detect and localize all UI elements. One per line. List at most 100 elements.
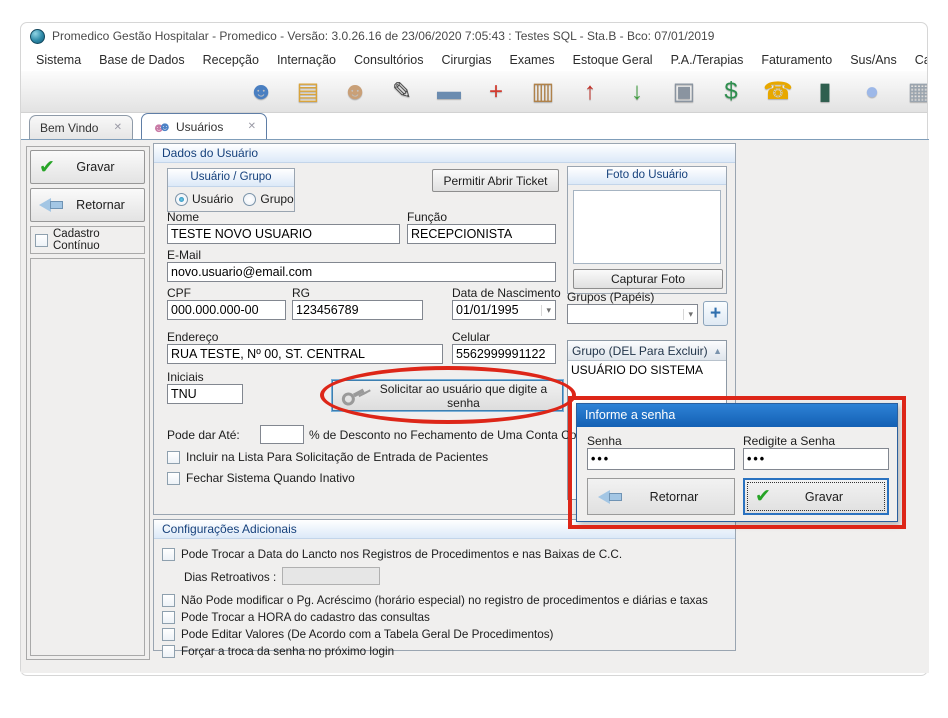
grupos-list-row[interactable]: USUÁRIO DO SISTEMA <box>568 361 726 379</box>
config-row-forcar-troca-senha[interactable]: Forçar a troca da senha no próximo login <box>162 645 394 658</box>
permitir-abrir-ticket-button[interactable]: Permitir Abrir Ticket <box>432 169 559 192</box>
tab-usuarios[interactable]: ☻☻ Usuários ✕ <box>141 113 267 139</box>
iniciais-input[interactable] <box>167 384 243 404</box>
desconto-prefix-label: Pode dar Até: <box>167 428 240 442</box>
trocar-hora-label: Pode Trocar a HORA do cadastro das consu… <box>181 611 430 624</box>
menu-item-p-a-terapias[interactable]: P.A./Terapias <box>662 51 753 69</box>
menu-item-internacao[interactable]: Internação <box>268 51 345 69</box>
report-icon[interactable]: ▦ <box>903 76 927 108</box>
menu-item-estoque-geral[interactable]: Estoque Geral <box>564 51 662 69</box>
dias-retroativos-input[interactable] <box>282 567 380 585</box>
fechar-inativo-checkbox[interactable] <box>167 472 180 485</box>
solicitar-senha-button[interactable]: Solicitar ao usuário que digite a senha <box>332 380 563 411</box>
menu-item-consultorios[interactable]: Consultórios <box>345 51 432 69</box>
funcao-input[interactable] <box>407 224 556 244</box>
forcar-troca-senha-label: Forçar a troca da senha no próximo login <box>181 645 394 658</box>
celular-input[interactable] <box>452 344 556 364</box>
phonebook-icon[interactable]: ☎ <box>762 76 794 108</box>
tipo-radio-row: Usuário Grupo <box>168 187 294 206</box>
senha-input[interactable] <box>587 448 735 470</box>
trocar-data-checkbox[interactable] <box>162 548 175 561</box>
menu-item-sus-ans[interactable]: Sus/Ans <box>841 51 906 69</box>
retornar-button[interactable]: Retornar <box>30 188 145 222</box>
pharmacy-stock-icon[interactable]: ▥ <box>527 76 559 108</box>
tab-bem-vindo[interactable]: Bem Vindo ✕ <box>29 115 133 139</box>
forcar-troca-senha-checkbox[interactable] <box>162 645 175 658</box>
fechar-inativo-label: Fechar Sistema Quando Inativo <box>186 471 355 485</box>
manual-book-icon[interactable]: ▮ <box>809 76 841 108</box>
sort-asc-icon: ▲ <box>713 346 722 356</box>
menu-item-faturamento[interactable]: Faturamento <box>752 51 841 69</box>
incluir-lista-row[interactable]: Incluir na Lista Para Solicitação de Ent… <box>167 450 488 464</box>
sidebar: ✔ Gravar Retornar Cadastro Contínuo <box>26 146 150 660</box>
config-row-pg-acrescimo[interactable]: Não Pode modificar o Pg. Acréscimo (horá… <box>162 594 708 607</box>
rg-input[interactable] <box>292 300 423 320</box>
dialog-retornar-button[interactable]: Retornar <box>587 478 735 515</box>
doctor-icon[interactable]: ☻ <box>339 76 371 108</box>
patients-folder-icon[interactable]: ▤ <box>292 76 324 108</box>
foto-do-usuario-box: Foto do Usuário Capturar Foto <box>567 166 727 294</box>
ambulance-icon[interactable]: + <box>480 76 512 108</box>
cpf-input[interactable] <box>167 300 286 320</box>
chevron-down-icon: ▾ <box>541 305 555 316</box>
radio-grupo[interactable] <box>243 193 256 206</box>
cadastro-continuo-checkbox[interactable] <box>35 234 48 247</box>
menu-bar: SistemaBase de DadosRecepçãoInternaçãoCo… <box>21 49 927 71</box>
endereco-input[interactable] <box>167 344 443 364</box>
capturar-foto-button[interactable]: Capturar Foto <box>573 269 723 289</box>
money-down-icon[interactable]: ↓ <box>621 76 653 108</box>
users-sync-icon[interactable]: ☻ <box>245 76 277 108</box>
cadastro-continuo-row[interactable]: Cadastro Contínuo <box>30 226 145 254</box>
screenshot-stage: Promedico Gestão Hospitalar - Promedico … <box>0 0 948 718</box>
dias-retroativos-label: Dias Retroativos : <box>184 571 276 584</box>
redigite-senha-label: Redigite a Senha <box>743 434 835 448</box>
email-input[interactable] <box>167 262 556 282</box>
data-nascimento-combo[interactable]: 01/01/1995 ▾ <box>452 300 556 320</box>
check-icon: ✔ <box>39 158 55 177</box>
menu-item-exames[interactable]: Exames <box>501 51 564 69</box>
redigite-senha-input[interactable] <box>743 448 889 470</box>
menu-item-caixa[interactable]: Caixa <box>906 51 927 69</box>
close-icon[interactable]: ✕ <box>114 122 122 133</box>
trocar-hora-checkbox[interactable] <box>162 611 175 624</box>
finance-chart-icon[interactable]: $ <box>715 76 747 108</box>
config-row-editar-valores[interactable]: Pode Editar Valores (De Acordo com a Tab… <box>162 628 553 641</box>
menu-item-cirurgias[interactable]: Cirurgias <box>433 51 501 69</box>
radio-usuario[interactable] <box>175 193 188 206</box>
fechar-inativo-row[interactable]: Fechar Sistema Quando Inativo <box>167 471 355 485</box>
gravar-button[interactable]: ✔ Gravar <box>30 150 145 184</box>
safe-icon[interactable]: ▣ <box>668 76 700 108</box>
check-icon: ✔ <box>755 487 771 506</box>
email-label: E-Mail <box>167 248 201 262</box>
incluir-lista-checkbox[interactable] <box>167 451 180 464</box>
nome-input[interactable] <box>167 224 400 244</box>
menu-item-base-de-dados[interactable]: Base de Dados <box>90 51 193 69</box>
desconto-input[interactable] <box>260 425 304 444</box>
usuario-grupo-box: Usuário / Grupo Usuário Grupo <box>167 168 295 212</box>
gravar-label: Gravar <box>55 160 136 174</box>
chevron-down-icon: ▾ <box>683 309 697 320</box>
desconto-suffix-label: % de Desconto no Fechamento de Uma Conta… <box>309 428 608 442</box>
dialog-gravar-button[interactable]: ✔ Gravar <box>743 478 889 515</box>
radio-usuario-label: Usuário <box>192 192 233 206</box>
config-row-trocar-data[interactable]: Pode Trocar a Data do Lancto nos Registr… <box>162 548 622 561</box>
menu-item-recepcao[interactable]: Recepção <box>194 51 268 69</box>
iniciais-label: Iniciais <box>167 370 204 384</box>
grupos-list-header[interactable]: Grupo (DEL Para Excluir) ▲ <box>568 341 726 361</box>
app-window: Promedico Gestão Hospitalar - Promedico … <box>20 22 928 676</box>
editar-valores-checkbox[interactable] <box>162 628 175 641</box>
hospital-bed-icon[interactable]: ▬ <box>433 76 465 108</box>
add-group-button[interactable]: + <box>703 301 728 326</box>
menu-item-sistema[interactable]: Sistema <box>27 51 90 69</box>
chat-icon[interactable]: ● <box>856 76 888 108</box>
grupos-combo[interactable]: ▾ <box>567 304 698 324</box>
configuracoes-adicionais-group: Configurações Adicionais Pode Trocar a D… <box>153 519 736 651</box>
group-caption: Dados do Usuário <box>154 144 735 163</box>
toolbar: ☻ ▤ ☻ ✎ ▬ + ▥ ↑ ↓ ▣ $ ☎ ▮ ● ▦ <box>21 71 927 113</box>
config-row-trocar-hora[interactable]: Pode Trocar a HORA do cadastro das consu… <box>162 611 430 624</box>
money-up-icon[interactable]: ↑ <box>574 76 606 108</box>
contract-pen-icon[interactable]: ✎ <box>386 76 418 108</box>
content-area: ✔ Gravar Retornar Cadastro Contínuo Dado… <box>21 139 929 673</box>
close-icon[interactable]: ✕ <box>248 121 256 132</box>
pg-acrescimo-checkbox[interactable] <box>162 594 175 607</box>
